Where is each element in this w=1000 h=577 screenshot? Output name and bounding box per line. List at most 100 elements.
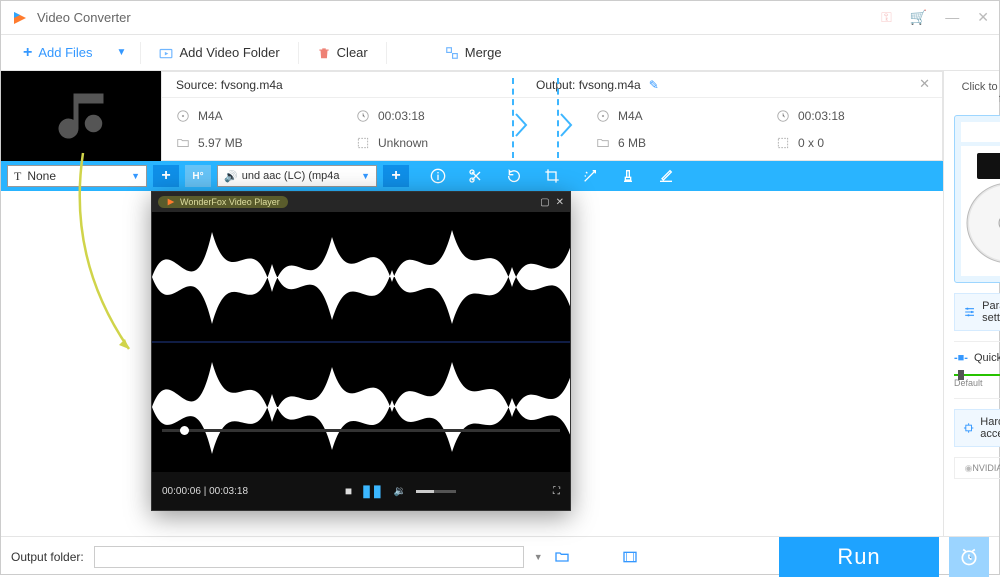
clear-button[interactable]: Clear [303,39,382,66]
plus-icon: + [23,44,32,62]
parameter-settings-button[interactable]: Parameter settings [954,293,1000,331]
nvidia-badge: ◉ NVIDIA [954,457,1000,479]
pause-button[interactable]: ▮▮ [362,481,384,501]
crop-tool-button[interactable] [543,167,561,185]
file-actionbar: T None ▼ + H° 🔊 und aac (LC) (mp4a ▼ + [1,161,943,191]
crop-icon [544,168,560,184]
rotate-tool-button[interactable] [505,167,523,185]
add-files-label: Add Files [38,45,92,60]
quality-slider[interactable] [954,374,1000,376]
info-icon [430,168,446,184]
wand-icon [582,168,598,184]
subtitle-select[interactable]: T None ▼ [7,165,147,187]
arrow-right-icon [559,112,575,138]
merge-label: Merge [465,45,502,60]
src-dimensions: Unknown [378,136,428,150]
arrow-right-icon [514,112,530,138]
volume-button[interactable]: 🔉 [394,486,406,497]
cut-tool-button[interactable] [467,167,485,185]
window-close-icon[interactable]: ✕ [977,9,989,26]
open-output-button[interactable] [621,549,639,565]
edit-tool-button[interactable] [657,167,675,185]
folder-film-icon [621,549,639,565]
folder-open-icon [553,549,571,565]
app-logo-icon [11,9,29,27]
stamp-icon [620,168,636,184]
player-time-current: 00:00:06 [162,486,201,497]
hd-button[interactable]: H° [185,165,211,187]
quality-slider-knob[interactable] [958,370,964,380]
music-note-icon [51,86,111,146]
trash-icon [317,46,331,60]
right-panel: Click to change output format: M4A▼ M4A … [943,71,1000,536]
fullscreen-button[interactable]: ⛶ [553,486,560,497]
chevron-down-icon: ▼ [361,171,370,181]
toolbar: + Add Files ▼ Add Video Folder Clear Mer… [1,35,999,71]
merge-button[interactable]: Merge [431,39,516,66]
out-format: M4A [618,109,643,123]
waveform-display [152,212,570,472]
schedule-button[interactable] [949,537,989,577]
key-icon[interactable]: ⚿ [881,9,892,26]
add-files-dropdown-icon[interactable]: ▼ [107,47,137,58]
seek-knob[interactable] [180,426,189,435]
scissors-icon [468,168,484,184]
alarm-clock-icon [959,547,979,567]
titlebar: Video Converter ⚿ 🛒 — ✕ [1,1,999,35]
audio-track-value: und aac (LC) (mp4a [242,170,340,182]
file-thumbnail[interactable] [1,71,161,161]
hardware-acceleration-label: Hardware acceleration [980,416,1000,440]
subtitle-value: None [27,169,56,183]
chip-icon [963,421,974,435]
stop-button[interactable]: ■ [345,484,352,498]
player-title: WonderFox Video Player [180,197,280,207]
cart-icon[interactable]: 🛒 [910,9,927,26]
player-maximize-icon[interactable]: ▢ [540,197,549,208]
parameter-settings-label: Parameter settings [982,300,1000,324]
remove-file-button[interactable]: ✕ [919,76,930,92]
window-minimize-icon[interactable]: — [945,9,959,26]
run-button[interactable]: Run [779,537,939,577]
folder-size-icon [176,136,190,150]
edit-output-icon[interactable]: ✎ [649,78,659,92]
merge-icon [445,46,459,60]
add-files-button[interactable]: + Add Files [9,38,107,68]
info-tool-button[interactable] [429,167,447,185]
out-size: 6 MB [618,136,646,150]
player-close-icon[interactable]: ✕ [556,197,564,208]
out-dimensions: 0 x 0 [798,136,824,150]
output-folder-label: Output folder: [11,550,84,564]
volume-slider[interactable] [416,490,456,493]
add-subtitle-button[interactable]: + [153,165,179,187]
watermark-tool-button[interactable] [619,167,637,185]
audio-track-select[interactable]: 🔊 und aac (LC) (mp4a ▼ [217,165,377,187]
subtitle-t-icon: T [14,169,21,184]
chevron-down-icon: ▼ [131,171,140,181]
quick-setting-label: -■- Quick setting [954,352,1000,364]
clear-label: Clear [337,45,368,60]
add-video-folder-button[interactable]: Add Video Folder [145,39,293,66]
clock-icon [776,109,790,123]
out-duration: 00:03:18 [798,109,845,123]
add-video-folder-label: Add Video Folder [179,45,279,60]
footer: Output folder: ▼ Run [1,536,999,576]
add-audio-button[interactable]: + [383,165,409,187]
speaker-icon: 🔊 [224,170,238,183]
output-folder-dropdown-icon[interactable]: ▼ [534,552,543,562]
file-item: ✕ Source: fvsong.m4a Output: fvsong.m4a … [1,71,943,161]
effects-tool-button[interactable] [581,167,599,185]
seek-bar[interactable] [162,429,560,432]
output-folder-input[interactable] [94,546,524,568]
player-time-total: 00:03:18 [209,486,248,497]
video-player-window: WonderFox Video Player ▢ ✕ [151,191,571,511]
hardware-acceleration-button[interactable]: Hardware acceleration [954,409,1000,447]
output-format-header: Click to change output format: [954,81,1000,105]
disc-icon [176,109,190,123]
browse-folder-button[interactable] [553,549,571,565]
output-format-selector[interactable]: M4A▼ M4A [954,115,1000,283]
dimensions-icon [356,136,370,150]
dimensions-icon [776,136,790,150]
output-label: Output: fvsong.m4a [536,78,641,92]
src-format: M4A [198,109,223,123]
clock-icon [356,109,370,123]
